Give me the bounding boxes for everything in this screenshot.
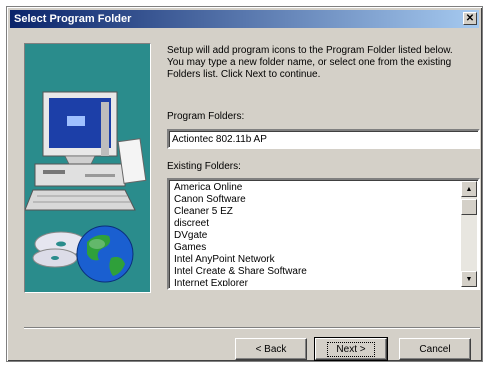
list-item[interactable]: Canon Software [172, 194, 458, 206]
scroll-up-button[interactable]: ▲ [461, 181, 477, 197]
existing-folders-items: America Online Canon Software Cleaner 5 EZ… [172, 182, 458, 286]
title-bar: Select Program Folder ✕ [10, 10, 479, 28]
arrow-down-icon: ▼ [465, 275, 473, 283]
list-item[interactable]: discreet [172, 218, 458, 230]
program-folders-label: Program Folders: [167, 111, 245, 122]
arrow-up-icon: ▲ [465, 185, 473, 193]
close-icon: ✕ [465, 12, 475, 24]
list-item[interactable]: Cleaner 5 EZ [172, 206, 458, 218]
separator-line [24, 327, 480, 329]
list-item[interactable]: Internet Explorer [172, 278, 458, 286]
list-scrollbar[interactable]: ▲ ▼ [461, 181, 477, 287]
next-button[interactable]: Next > [314, 337, 388, 361]
list-item[interactable]: Intel AnyPoint Network [172, 254, 458, 266]
list-item[interactable]: Games [172, 242, 458, 254]
computer-icon [25, 91, 147, 211]
program-folder-input[interactable] [167, 129, 480, 149]
window-title: Select Program Folder [14, 13, 132, 25]
existing-folders-list[interactable]: America Online Canon Software Cleaner 5 EZ… [167, 178, 480, 290]
setup-illustration-graphic [25, 91, 147, 283]
list-item[interactable]: Intel Create & Share Software [172, 266, 458, 278]
instructions-text: Setup will add program icons to the Prog… [167, 45, 453, 80]
globe-icon [76, 225, 134, 283]
scroll-thumb[interactable] [461, 199, 477, 215]
close-button[interactable]: ✕ [463, 12, 477, 25]
existing-folders-label: Existing Folders: [167, 161, 241, 172]
list-item[interactable]: DVgate [172, 230, 458, 242]
next-button-label: Next > [327, 341, 375, 357]
cancel-button[interactable]: Cancel [399, 338, 471, 360]
list-item[interactable]: America Online [172, 182, 458, 194]
back-button[interactable]: < Back [235, 338, 307, 360]
scroll-down-button[interactable]: ▼ [461, 271, 477, 287]
select-program-folder-dialog: Select Program Folder ✕ Setup will add p… [6, 6, 483, 362]
setup-illustration [24, 43, 151, 293]
